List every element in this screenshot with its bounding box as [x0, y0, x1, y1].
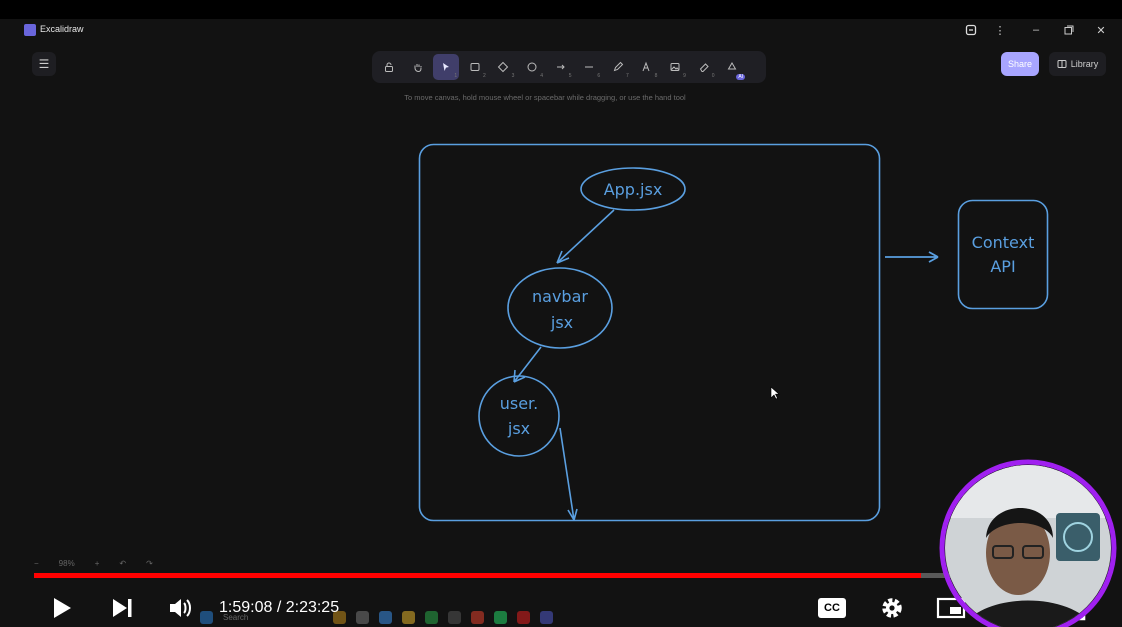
play-button[interactable] — [48, 595, 76, 621]
app-node-label: App.jsx — [604, 180, 663, 199]
undo-icon[interactable]: ↶ — [119, 559, 126, 568]
play-icon — [54, 598, 71, 618]
user-node-label-line1: user. — [500, 394, 539, 413]
captions-button[interactable]: CC — [817, 595, 847, 621]
settings-button[interactable] — [878, 595, 906, 621]
user-node[interactable] — [478, 375, 560, 457]
context-api-node[interactable] — [957, 199, 1049, 310]
redo-icon[interactable]: ↷ — [146, 559, 153, 568]
next-button[interactable] — [108, 595, 136, 621]
volume-button[interactable] — [166, 595, 196, 621]
components-frame[interactable] — [418, 143, 881, 522]
zoom-in-button[interactable]: + — [95, 559, 100, 568]
context-api-label-line2: API — [990, 257, 1015, 276]
navbar-node-label-line1: navbar — [532, 287, 588, 306]
navbar-node-label-line2: jsx — [550, 313, 573, 332]
volume-icon — [170, 599, 191, 617]
skip-next-icon — [113, 599, 132, 617]
mouse-cursor-icon — [770, 386, 780, 400]
arrow-frame-to-context[interactable] — [885, 251, 939, 263]
zoom-value[interactable]: 98% — [59, 559, 75, 568]
video-time: 1:59:08 / 2:23:25 — [219, 599, 340, 616]
zoom-out-button[interactable]: − — [34, 559, 39, 568]
zoom-controls: − 98% + ↶ ↷ — [34, 553, 153, 573]
navbar-node[interactable] — [507, 267, 613, 349]
user-node-label-line2: jsx — [507, 419, 530, 438]
cc-icon: CC — [818, 598, 846, 618]
webcam-overlay — [939, 459, 1117, 627]
video-progress-fill — [34, 573, 922, 578]
arrow-user-down[interactable] — [559, 427, 578, 521]
context-api-label-line1: Context — [972, 233, 1035, 252]
gear-icon — [882, 598, 902, 618]
arrow-app-to-navbar[interactable] — [556, 209, 615, 264]
